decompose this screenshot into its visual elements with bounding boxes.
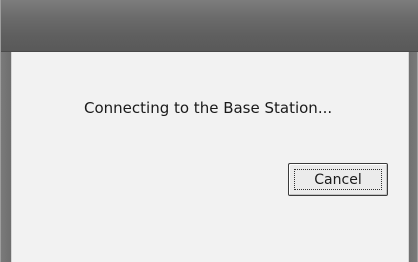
title-bar[interactable] <box>1 0 418 52</box>
connecting-dialog: Connecting to the Base Station... Cancel <box>0 0 418 262</box>
window-frame-left <box>1 52 11 262</box>
dialog-content <box>11 52 409 262</box>
cancel-button-label: Cancel <box>314 171 362 188</box>
cancel-button[interactable]: Cancel <box>288 163 388 196</box>
connection-status-message: Connecting to the Base Station... <box>84 99 333 117</box>
